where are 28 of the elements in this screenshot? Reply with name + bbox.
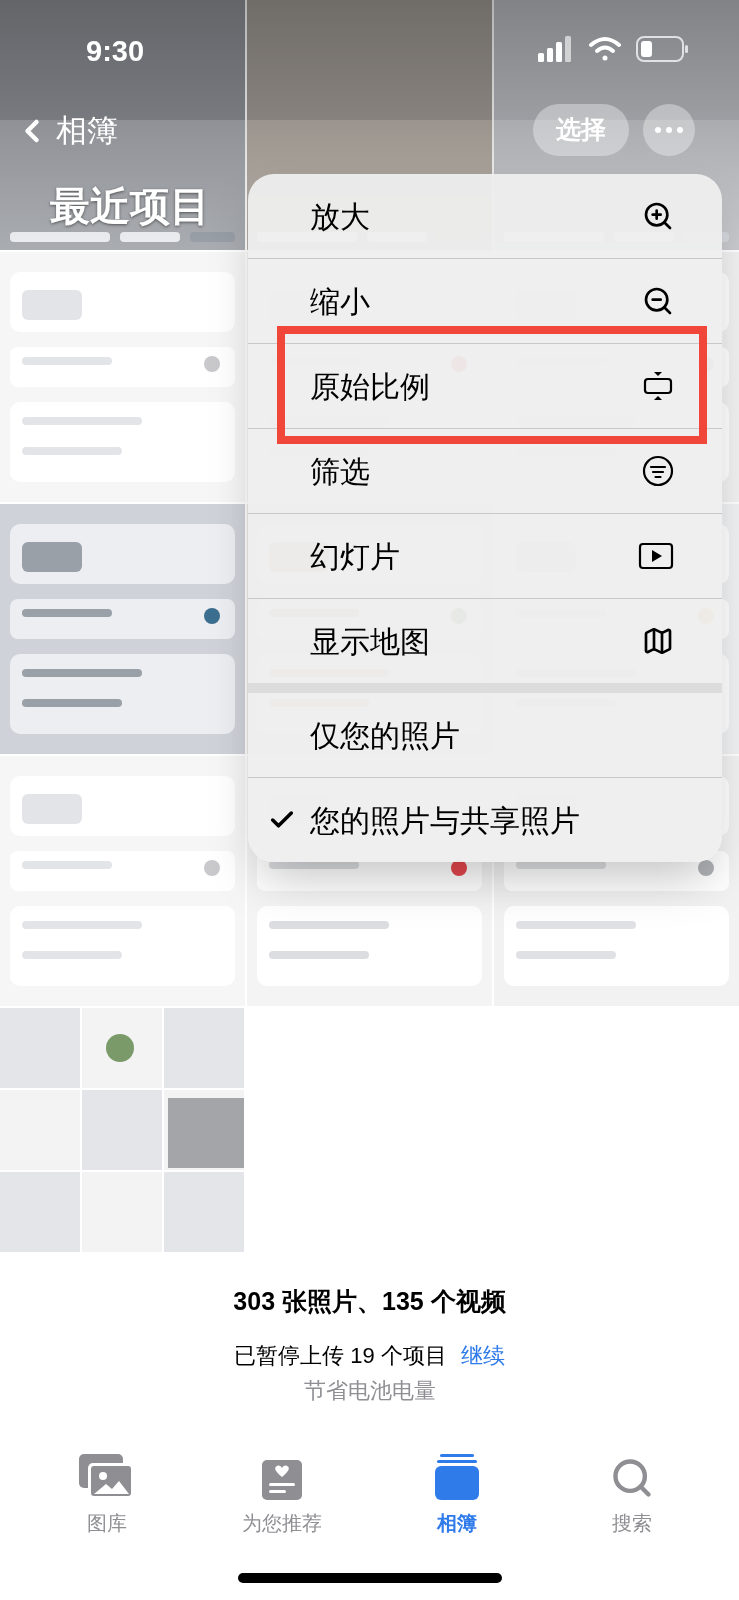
menu-item[interactable]: 仅您的照片 (248, 693, 722, 777)
albums-icon[interactable] (434, 1454, 479, 1500)
menu-item[interactable]: 您的照片与共享照片 (248, 778, 722, 862)
more-button[interactable] (643, 104, 695, 156)
menu-item[interactable]: 显示地图 (248, 599, 722, 683)
menu-item[interactable]: 放大 (248, 174, 722, 258)
photo-video-count: 303 张照片、135 个视频 (233, 1286, 506, 1317)
ellipsis-icon (655, 127, 683, 133)
play-icon (638, 540, 674, 572)
battery-icon (636, 36, 688, 62)
menu-item[interactable]: 幻灯片 (248, 514, 722, 598)
menu-item[interactable]: 缩小 (248, 259, 722, 343)
aspect-ratio-icon (642, 370, 674, 402)
upload-status: 已暂停上传 19 个项目 (234, 1341, 447, 1370)
heart-card-icon[interactable] (262, 1460, 303, 1500)
zoom-in-icon (642, 200, 674, 232)
filter-icon (642, 455, 674, 487)
map-icon (642, 625, 674, 657)
tab[interactable]: 相簿 (436, 1508, 477, 1538)
status-time: 9:30 (86, 34, 145, 69)
wifi-icon (588, 36, 622, 62)
menu-item[interactable]: 筛选 (248, 429, 722, 513)
pause-reason: 节省电池电量 (303, 1376, 436, 1405)
menu-item[interactable]: 原始比例 (248, 344, 722, 428)
signal-icon (538, 36, 574, 62)
zoom-out-icon (642, 285, 674, 317)
album-title: 最近项目 (50, 183, 210, 230)
resume-link[interactable]: 继续 (460, 1338, 505, 1372)
